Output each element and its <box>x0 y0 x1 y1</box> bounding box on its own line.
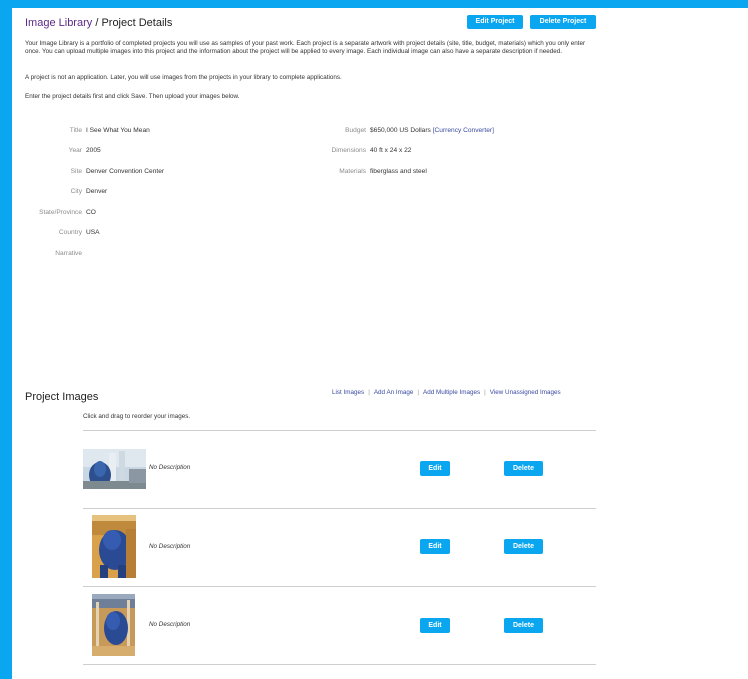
divider <box>83 664 596 665</box>
content-panel: Image Library / Project Details Edit Pro… <box>12 8 748 679</box>
breadcrumb-current: Project Details <box>101 17 173 29</box>
breadcrumb-image-library-link[interactable]: Image Library <box>25 17 92 29</box>
page-title: Image Library / Project Details <box>25 17 172 29</box>
title-label: Title <box>69 127 82 134</box>
year-value: 2005 <box>86 147 101 154</box>
edit-image-button[interactable]: Edit <box>420 539 450 554</box>
country-label: Country <box>58 229 82 236</box>
city-value: Denver <box>86 188 108 195</box>
edit-project-button[interactable]: Edit Project <box>467 15 523 29</box>
image-thumbnail[interactable] <box>92 515 136 578</box>
site-value: Denver Convention Center <box>86 168 165 175</box>
divider <box>83 586 596 587</box>
delete-image-button[interactable]: Delete <box>504 618 543 633</box>
budget-label: Budget <box>345 127 366 134</box>
dimensions-label: Dimensions <box>331 147 366 154</box>
title-value: I See What You Mean <box>86 127 150 134</box>
intro-paragraph-3: Enter the project details first and clic… <box>25 93 240 100</box>
list-images-link[interactable]: List Images <box>332 389 364 396</box>
materials-label: Materials <box>339 168 366 175</box>
delete-image-button[interactable]: Delete <box>504 539 543 554</box>
state-province-value: CO <box>86 209 96 216</box>
city-label: City <box>70 188 82 195</box>
dimensions-value: 40 ft x 24 x 22 <box>370 147 412 154</box>
budget-amount: $650,000 US Dollars <box>370 127 431 134</box>
divider <box>83 508 596 509</box>
image-thumbnail[interactable] <box>92 594 135 656</box>
narrative-label: Narrative <box>55 250 82 257</box>
divider <box>83 430 596 431</box>
image-actions-links: List Images | Add An Image | Add Multiple Im… <box>332 389 561 396</box>
image-description: No Description <box>149 464 191 471</box>
edit-image-button[interactable]: Edit <box>420 618 450 633</box>
edit-image-button[interactable]: Edit <box>420 461 450 476</box>
add-multiple-images-link[interactable]: Add Multiple Images <box>423 389 480 396</box>
delete-project-button[interactable]: Delete Project <box>530 15 596 29</box>
budget-value: $650,000 US Dollars [Currency Converter] <box>370 127 494 134</box>
materials-value: fiberglass and steel <box>370 168 427 175</box>
year-label: Year <box>68 147 82 154</box>
image-description: No Description <box>149 621 191 628</box>
add-an-image-link[interactable]: Add An Image <box>374 389 414 396</box>
image-description: No Description <box>149 543 191 550</box>
intro-paragraph-1: Your Image Library is a portfolio of com… <box>25 40 586 55</box>
country-value: USA <box>86 229 100 236</box>
image-thumbnail[interactable] <box>83 449 146 489</box>
intro-paragraph-2: A project is not an application. Later, … <box>25 74 342 81</box>
site-label: Site <box>70 168 82 175</box>
state-province-label: State/Province <box>39 209 82 216</box>
project-images-title: Project Images <box>25 391 99 403</box>
reorder-hint: Click and drag to reorder your images. <box>83 413 191 420</box>
link-separator: | <box>368 389 370 396</box>
currency-converter-link[interactable]: [Currency Converter] <box>433 127 494 134</box>
delete-image-button[interactable]: Delete <box>504 461 543 476</box>
link-separator: | <box>417 389 420 396</box>
link-separator: | <box>484 389 486 396</box>
view-unassigned-images-link[interactable]: View Unassigned Images <box>490 389 561 396</box>
